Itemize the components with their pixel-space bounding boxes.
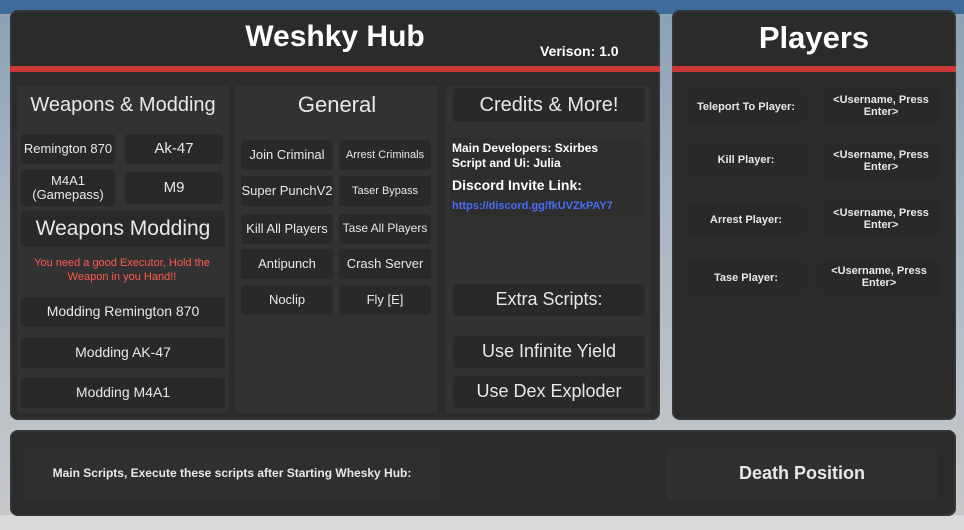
weapons-heading: Weapons & Modding <box>30 94 216 116</box>
arrest-player-label: Arrest Player: <box>686 203 806 237</box>
main-scripts-label: Main Scripts, Execute these scripts afte… <box>23 449 441 499</box>
fly-button[interactable]: Fly [E] <box>339 285 431 315</box>
dex-exploder-button[interactable]: Use Dex Exploder <box>453 376 645 408</box>
m4a1-gamepass-button[interactable]: M4A1 (Gamepass) <box>21 170 115 206</box>
taser-bypass-button[interactable]: Taser Bypass <box>339 176 431 206</box>
kill-player-input[interactable]: <Username, Press Enter> <box>822 143 940 179</box>
kill-player-label: Kill Player: <box>686 143 806 177</box>
arrest-criminals-button[interactable]: Arrest Criminals <box>339 140 431 170</box>
crash-server-button[interactable]: Crash Server <box>339 249 431 279</box>
modding-ak-47-button[interactable]: Modding AK-47 <box>21 338 225 368</box>
script-ui-text: Script and Ui: Julia <box>452 156 561 170</box>
weapons-modding-heading: Weapons Modding <box>21 211 225 247</box>
kill-all-players-button[interactable]: Kill All Players <box>241 214 333 244</box>
developers-text: Main Developers: Sxirbes <box>452 141 599 155</box>
tase-player-label: Tase Player: <box>686 261 806 295</box>
background-road <box>0 515 964 530</box>
infinite-yield-button[interactable]: Use Infinite Yield <box>453 336 645 368</box>
arrest-player-input[interactable]: <Username, Press Enter> <box>822 201 940 237</box>
death-position-button[interactable]: Death Position <box>667 448 937 500</box>
antipunch-button[interactable]: Antipunch <box>241 249 333 279</box>
super-punch-v2-button[interactable]: Super PunchV2 <box>241 176 333 206</box>
credits-heading: Credits & More! <box>453 88 645 122</box>
discord-label: Discord Invite Link: <box>452 177 582 193</box>
modding-m4a1-button[interactable]: Modding M4A1 <box>21 378 225 408</box>
tase-all-players-button[interactable]: Tase All Players <box>339 214 431 244</box>
noclip-button[interactable]: Noclip <box>241 285 333 315</box>
remington-870-button[interactable]: Remington 870 <box>21 134 115 164</box>
executor-warning: You need a good Executor, Hold the Weapo… <box>34 257 210 283</box>
discord-link[interactable]: https://discord.gg/fkUVZkPAY7 <box>452 200 613 212</box>
players-title: Players <box>758 20 870 55</box>
modding-remington-870-button[interactable]: Modding Remington 870 <box>21 297 225 327</box>
extra-scripts-heading: Extra Scripts: <box>453 284 645 316</box>
teleport-to-player-label: Teleport To Player: <box>686 90 806 124</box>
version-label: Verison: 1.0 <box>540 43 619 59</box>
general-heading: General <box>297 91 377 117</box>
ak-47-button[interactable]: Ak-47 <box>125 134 223 164</box>
teleport-to-player-input[interactable]: <Username, Press Enter> <box>822 88 940 124</box>
tase-player-input[interactable]: <Username, Press Enter> <box>818 259 940 295</box>
players-accent-bar <box>672 66 956 72</box>
join-criminal-button[interactable]: Join Criminal <box>241 140 333 170</box>
hub-accent-bar <box>10 66 660 72</box>
m9-button[interactable]: M9 <box>125 172 223 204</box>
